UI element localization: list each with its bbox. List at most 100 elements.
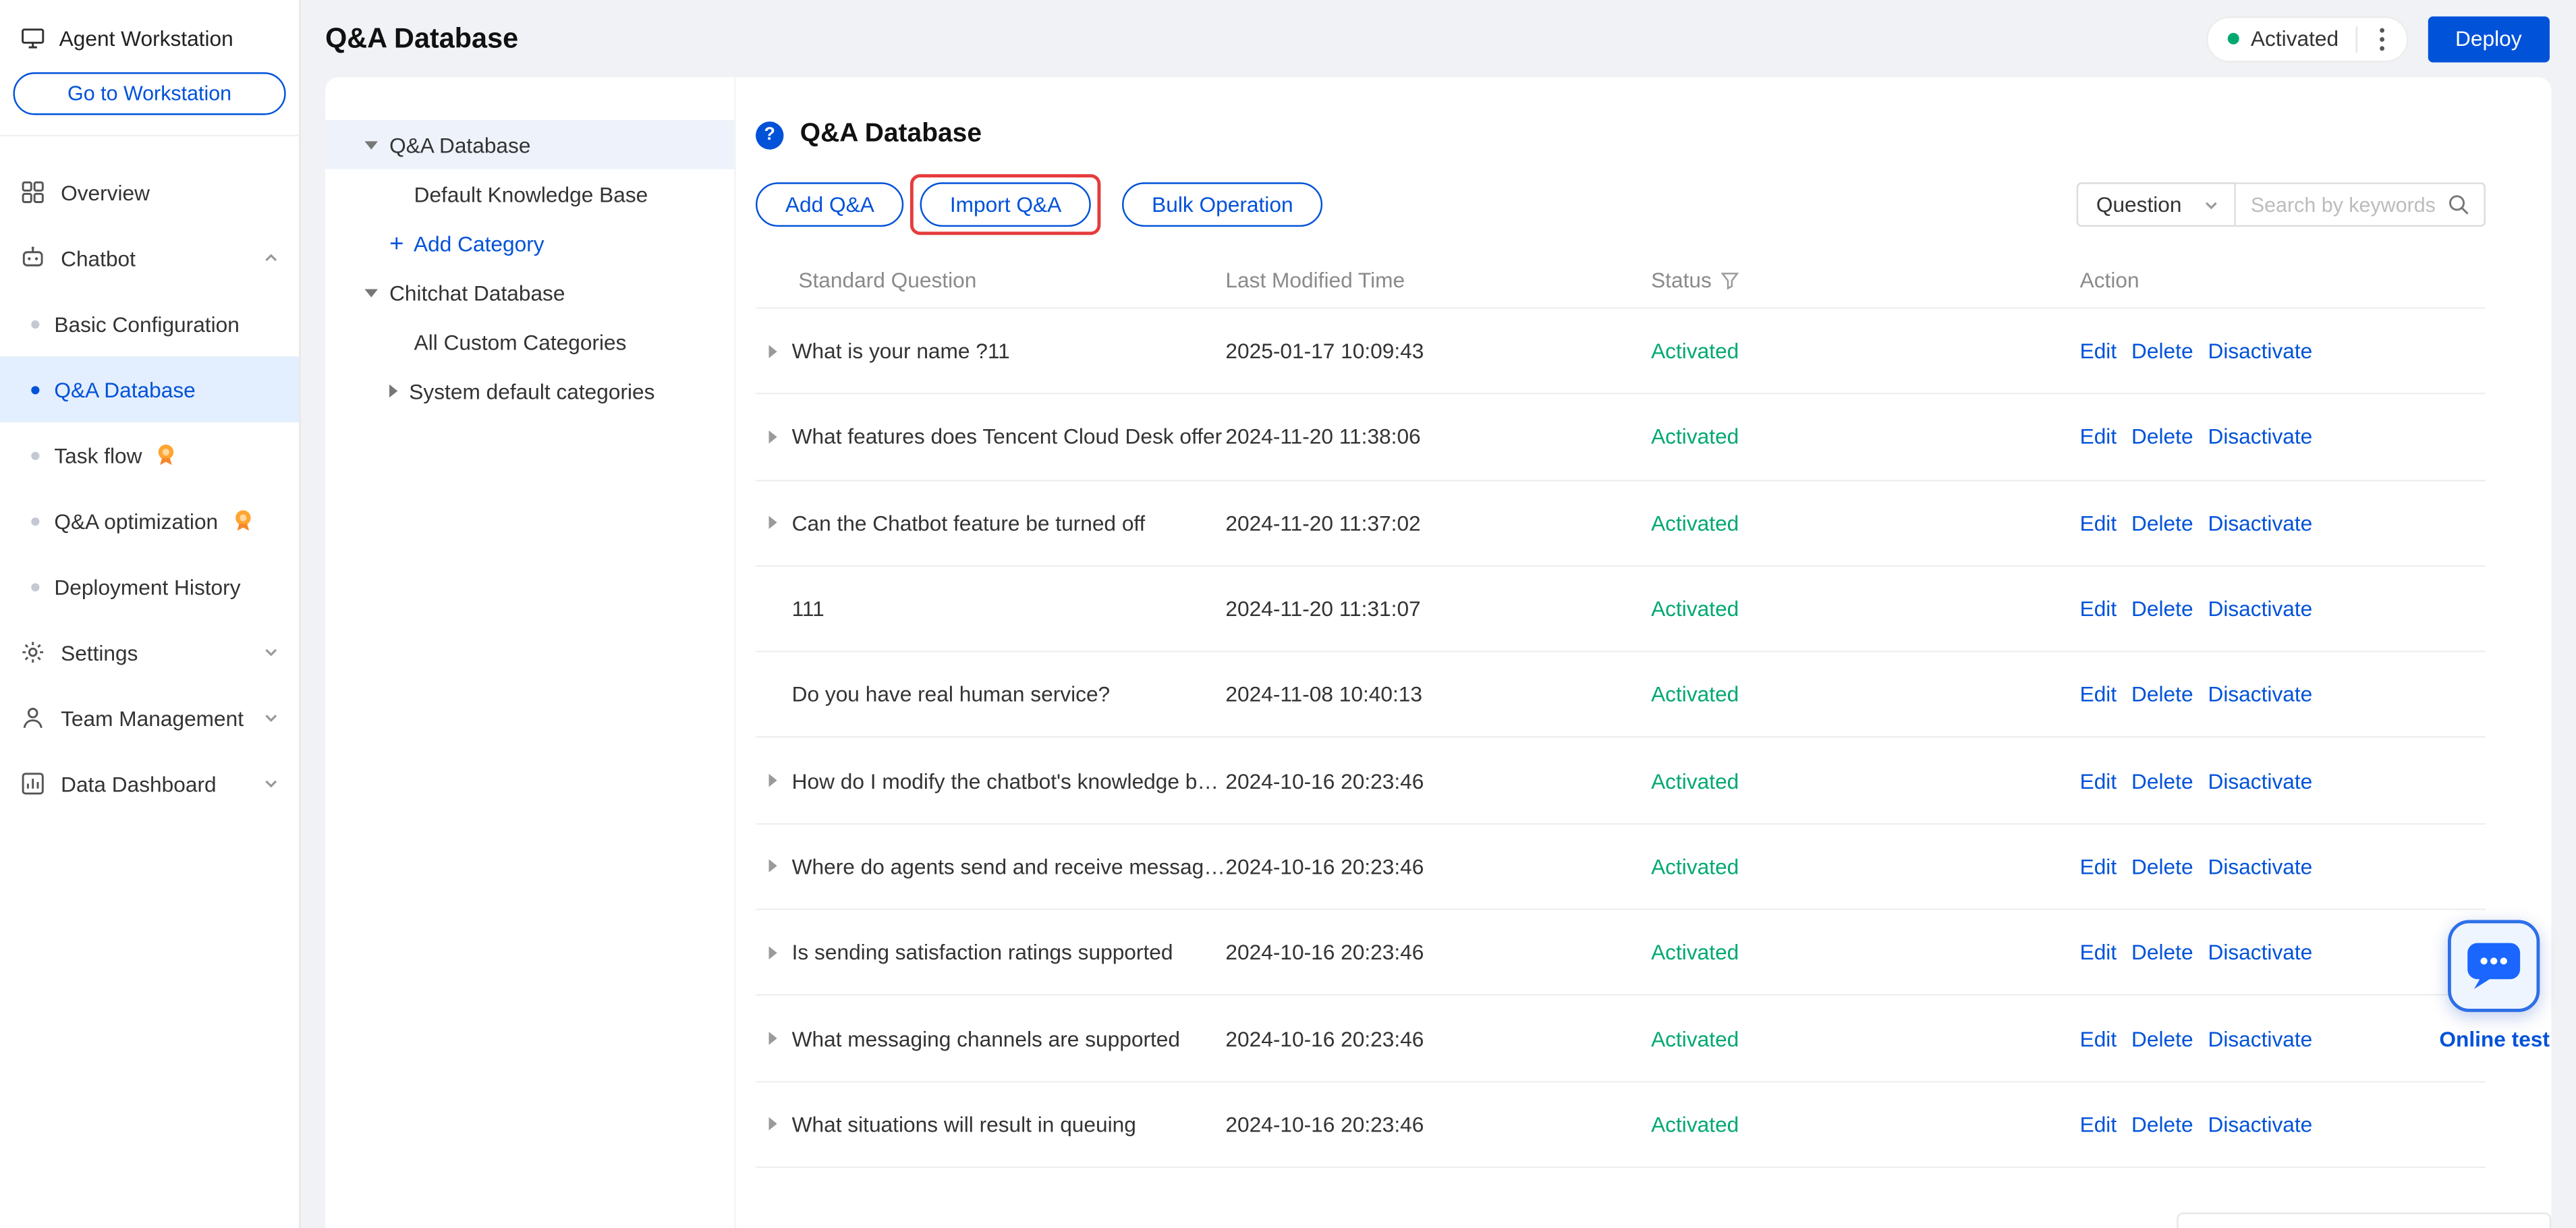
expand-caret-icon[interactable] [769,946,777,959]
chat-bubble-icon [2467,941,2523,991]
action-disactivate-link[interactable]: Disactivate [2208,424,2312,449]
bullet-dot [31,583,39,591]
table-row[interactable]: 111 2024-11-20 11:31:07 Activated EditDe… [756,567,2486,652]
table-row[interactable]: What situations will result in queuing 2… [756,1082,2486,1168]
online-test-widget: Online test [2439,920,2550,1052]
action-disactivate-link[interactable]: Disactivate [2208,940,2312,965]
content-header: ? Q&A Database [756,120,2486,150]
action-edit-link[interactable]: Edit [2080,511,2117,536]
sidebar-item-chatbot[interactable]: Chatbot [0,225,299,291]
sidebar-item-label: Task flow [54,443,142,468]
sidebar-item-settings[interactable]: Settings [0,619,299,685]
action-delete-link[interactable]: Delete [2131,940,2193,965]
sidebar-item-overview[interactable]: Overview [0,159,299,225]
deploy-button[interactable]: Deploy [2428,16,2550,61]
expand-caret-icon[interactable] [769,860,777,872]
action-disactivate-link[interactable]: Disactivate [2208,682,2312,707]
add-qa-button[interactable]: Add Q&A [756,182,904,227]
action-delete-link[interactable]: Delete [2131,596,2193,621]
sidebar-item-label: Basic Configuration [54,311,239,336]
sidebar: Agent Workstation Go to Workstation Over… [0,0,301,1228]
go-to-workstation-button[interactable]: Go to Workstation [13,72,285,115]
kebab-icon [2378,26,2385,52]
tree-item-chitchat-database[interactable]: Chitchat Database [325,268,734,317]
action-edit-link[interactable]: Edit [2080,339,2117,364]
row-actions: Edit Delete Disactivate [2080,682,2486,707]
caret-down-icon[interactable] [365,140,378,148]
expand-caret-icon[interactable] [769,430,777,443]
search-icon[interactable] [2446,192,2471,217]
expand-caret-icon[interactable] [769,1032,777,1044]
action-disactivate-link[interactable]: Disactivate [2208,511,2312,536]
row-actions: Edit Delete Disactivate [2080,769,2486,793]
bulk-operation-button[interactable]: Bulk Operation [1122,182,1322,227]
activation-status-pill: Activated [2206,16,2407,61]
tree-item-all-custom-categories[interactable]: All Custom Categories [325,317,734,366]
search-field-select[interactable]: Question [2077,182,2236,227]
row-actions: Edit Delete Disactivate [2080,854,2486,879]
sidebar-item-qa-optimization[interactable]: Q&A optimization [0,488,299,553]
tree-item-default-knowledge-base[interactable]: Default Knowledge Base [325,169,734,219]
expand-caret-icon[interactable] [769,1117,777,1130]
sidebar-item-basic-configuration[interactable]: Basic Configuration [0,291,299,356]
table-row[interactable]: Do you have real human service? 2024-11-… [756,652,2486,738]
action-edit-link[interactable]: Edit [2080,424,2117,449]
tree-item-system-default-categories[interactable]: System default categories [325,366,734,416]
action-delete-link[interactable]: Delete [2131,682,2193,707]
more-options-button[interactable] [2360,19,2403,58]
table-row[interactable]: Where do agents send and receive message… [756,825,2486,910]
action-disactivate-link[interactable]: Disactivate [2208,339,2312,364]
expand-caret-icon[interactable] [769,516,777,529]
table-row[interactable]: What messaging channels are supported 20… [756,996,2486,1082]
sidebar-item-task-flow[interactable]: Task flow [0,422,299,488]
row-status: Activated [1651,1112,2080,1137]
dashboard-chart-icon [20,771,46,797]
action-edit-link[interactable]: Edit [2080,1112,2117,1137]
table-row[interactable]: Is sending satisfaction ratings supporte… [756,910,2486,996]
action-delete-link[interactable]: Delete [2131,854,2193,879]
help-icon[interactable]: ? [756,121,783,148]
action-disactivate-link[interactable]: Disactivate [2208,854,2312,879]
table-row[interactable]: Can the Chatbot feature be turned off 20… [756,480,2486,566]
expand-caret-icon[interactable] [769,774,777,787]
action-edit-link[interactable]: Edit [2080,1026,2117,1051]
action-delete-link[interactable]: Delete [2131,511,2193,536]
search-input[interactable] [2251,193,2446,216]
action-disactivate-link[interactable]: Disactivate [2208,1112,2312,1137]
expand-caret-icon[interactable] [769,344,777,357]
sidebar-item-qa-database[interactable]: Q&A Database [0,356,299,422]
table-row[interactable]: What is your name ?11 2025-01-17 10:09:4… [756,309,2486,395]
action-edit-link[interactable]: Edit [2080,596,2117,621]
action-delete-link[interactable]: Delete [2131,1026,2193,1051]
action-delete-link[interactable]: Delete [2131,339,2193,364]
action-disactivate-link[interactable]: Disactivate [2208,769,2312,793]
content-title: Q&A Database [800,120,982,150]
caret-down-icon[interactable] [365,288,378,296]
status-dot-icon [2228,33,2239,45]
import-qa-button[interactable]: Import Q&A [920,182,1091,227]
row-status: Activated [1651,1026,2080,1051]
action-edit-link[interactable]: Edit [2080,682,2117,707]
action-delete-link[interactable]: Delete [2131,424,2193,449]
sidebar-item-data-dashboard[interactable]: Data Dashboard [0,751,299,816]
action-edit-link[interactable]: Edit [2080,854,2117,879]
action-edit-link[interactable]: Edit [2080,940,2117,965]
action-delete-link[interactable]: Delete [2131,1112,2193,1137]
caret-right-icon[interactable] [389,385,397,397]
toolbar-right: Question [2077,182,2486,227]
add-category-button[interactable]: + Add Category [325,219,734,268]
filter-icon[interactable] [1720,271,1739,290]
action-disactivate-link[interactable]: Disactivate [2208,596,2312,621]
table-row[interactable]: How do I modify the chatbot's knowledge … [756,738,2486,824]
sidebar-item-team-management[interactable]: Team Management [0,685,299,750]
pagination-bar[interactable] [2177,1212,2551,1228]
table-row[interactable]: What features does Tencent Cloud Desk of… [756,395,2486,480]
action-disactivate-link[interactable]: Disactivate [2208,1026,2312,1051]
online-test-button[interactable] [2448,920,2540,1012]
action-delete-link[interactable]: Delete [2131,769,2193,793]
sidebar-item-deployment-history[interactable]: Deployment History [0,554,299,619]
sidebar-item-label: Settings [61,640,138,665]
tree-item-qa-database[interactable]: Q&A Database [325,120,734,169]
action-edit-link[interactable]: Edit [2080,769,2117,793]
row-question: Is sending satisfaction ratings supporte… [792,940,1173,965]
